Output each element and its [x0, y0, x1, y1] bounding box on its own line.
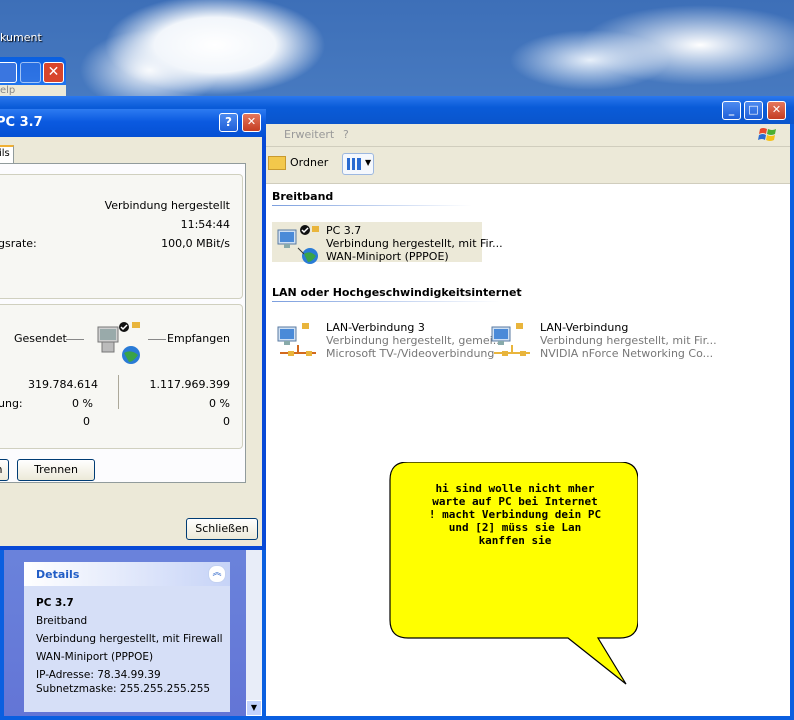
compression-label: ung:	[0, 397, 23, 410]
close-dialog-button[interactable]: Schließen	[186, 518, 258, 540]
status-value: Verbindung hergestellt	[104, 199, 230, 212]
connection-name: LAN-Verbindung 3	[326, 321, 425, 334]
group-header-breitband: Breitband	[272, 190, 334, 203]
connection-device: WAN-Miniport (PPPOE)	[326, 250, 449, 263]
bytes-sent: 319.784.614	[28, 378, 98, 391]
details-ip: IP-Adresse: 78.34.99.39	[36, 669, 161, 681]
details-title: Details	[36, 568, 80, 581]
background-window-close-button[interactable]: ✕	[43, 62, 64, 83]
connection-item-pc37[interactable]: PC 3.7 Verbindung hergestellt, mit Fir..…	[272, 222, 503, 264]
collapse-chevron-icon[interactable]: ︽	[208, 565, 226, 583]
close-button[interactable]: ✕	[767, 101, 786, 120]
views-icon	[347, 158, 361, 170]
group-divider	[272, 301, 502, 302]
connection-status: Verbindung hergestellt, gemei...	[326, 334, 504, 347]
minimize-button[interactable]: _	[722, 101, 741, 120]
tab-details[interactable]: ils	[0, 145, 14, 163]
broadband-connection-icon	[277, 225, 319, 264]
tab-panel: Verbindung hergestellt 11:54:44 gsrate: …	[0, 163, 246, 483]
lan-connection-icon	[491, 323, 530, 356]
sent-label: Gesendet	[14, 332, 67, 345]
connection-device: Microsoft TV-/Videoverbindung	[326, 347, 495, 360]
details-status: Verbindung hergestellt, mit Firewall	[36, 633, 223, 645]
errors-sent: 0	[83, 415, 90, 428]
lan-connection-icon	[277, 323, 316, 356]
group-divider	[272, 205, 472, 206]
activity-groupbox: Gesendet Empfangen 319.784.614 1.117.969…	[0, 304, 243, 449]
disconnect-button[interactable]: Trennen	[17, 459, 95, 481]
details-device: WAN-Miniport (PPPOE)	[36, 651, 154, 663]
background-window-button[interactable]	[0, 62, 17, 83]
folders-button[interactable]: Ordner	[268, 156, 328, 170]
dialog-body: ils Verbindung hergestellt 11:54:44 gsra…	[0, 137, 262, 546]
menu-erweitert[interactable]: Erweitert	[284, 128, 334, 141]
dialog-titlebar[interactable]: PC 3.7 ? ✕	[0, 109, 266, 137]
details-body: PC 3.7 Breitband Verbindung hergestellt,…	[36, 594, 223, 695]
dialog-title: PC 3.7	[0, 115, 43, 130]
network-activity-icon	[97, 322, 140, 364]
scroll-down-button[interactable]: ▼	[246, 700, 262, 716]
windows-logo-icon	[758, 128, 776, 141]
received-label: Empfangen	[167, 332, 230, 345]
details-subnet: Subnetzmaske: 255.255.255.255	[36, 683, 211, 695]
compression-sent: 0 %	[72, 397, 93, 410]
details-panel: Details ︽ PC 3.7 Breitband Verbindung he…	[24, 562, 230, 712]
folder-icon	[268, 156, 286, 170]
background-window-maximize-button[interactable]	[20, 62, 41, 83]
sent-line	[66, 339, 84, 340]
dropdown-arrow-icon: ▼	[365, 158, 372, 167]
connection-status-dialog[interactable]: PC 3.7 ? ✕ ils Verbindung hergestellt 11…	[0, 109, 266, 550]
activity-separator	[118, 375, 119, 409]
dialog-close-button[interactable]: ✕	[242, 113, 261, 132]
received-line	[148, 339, 166, 340]
connection-status: Verbindung hergestellt, mit Fir...	[540, 334, 717, 347]
connection-name: LAN-Verbindung	[540, 321, 629, 334]
help-button[interactable]: ?	[219, 113, 238, 132]
group-header-lan: LAN oder Hochgeschwindigkeitsinternet	[272, 286, 522, 299]
bytes-received: 1.117.969.399	[149, 378, 230, 391]
details-type: Breitband	[36, 615, 88, 627]
connection-groupbox: Verbindung hergestellt 11:54:44 gsrate: …	[0, 174, 243, 299]
speed-value: 100,0 MBit/s	[161, 237, 230, 250]
details-name: PC 3.7	[36, 597, 74, 609]
properties-button[interactable]: n	[0, 459, 9, 481]
details-header[interactable]: Details ︽	[24, 562, 230, 586]
desktop-icon-label[interactable]: kument	[0, 31, 42, 44]
speech-bubble-text: hi sind wolle nicht mher warte auf PC be…	[428, 482, 602, 547]
connection-device: NVIDIA nForce Networking Co...	[540, 347, 714, 360]
connection-name: PC 3.7	[326, 224, 362, 237]
connection-item-lan[interactable]: LAN-Verbindung Verbindung hergestellt, m…	[486, 319, 717, 360]
background-window[interactable]: ✕ elp	[0, 57, 66, 97]
views-button[interactable]: ▼	[342, 153, 374, 175]
duration-value: 11:54:44	[180, 218, 230, 231]
connection-item-lan3[interactable]: LAN-Verbindung 3 Verbindung hergestellt,…	[272, 319, 503, 360]
maximize-button[interactable]: □	[744, 101, 763, 120]
speed-label: gsrate:	[0, 237, 37, 250]
errors-received: 0	[223, 415, 230, 428]
compression-received: 0 %	[209, 397, 230, 410]
connection-status: Verbindung hergestellt, mit Fir...	[326, 237, 503, 250]
folders-label: Ordner	[290, 156, 329, 169]
menu-help[interactable]: ?	[343, 128, 349, 141]
